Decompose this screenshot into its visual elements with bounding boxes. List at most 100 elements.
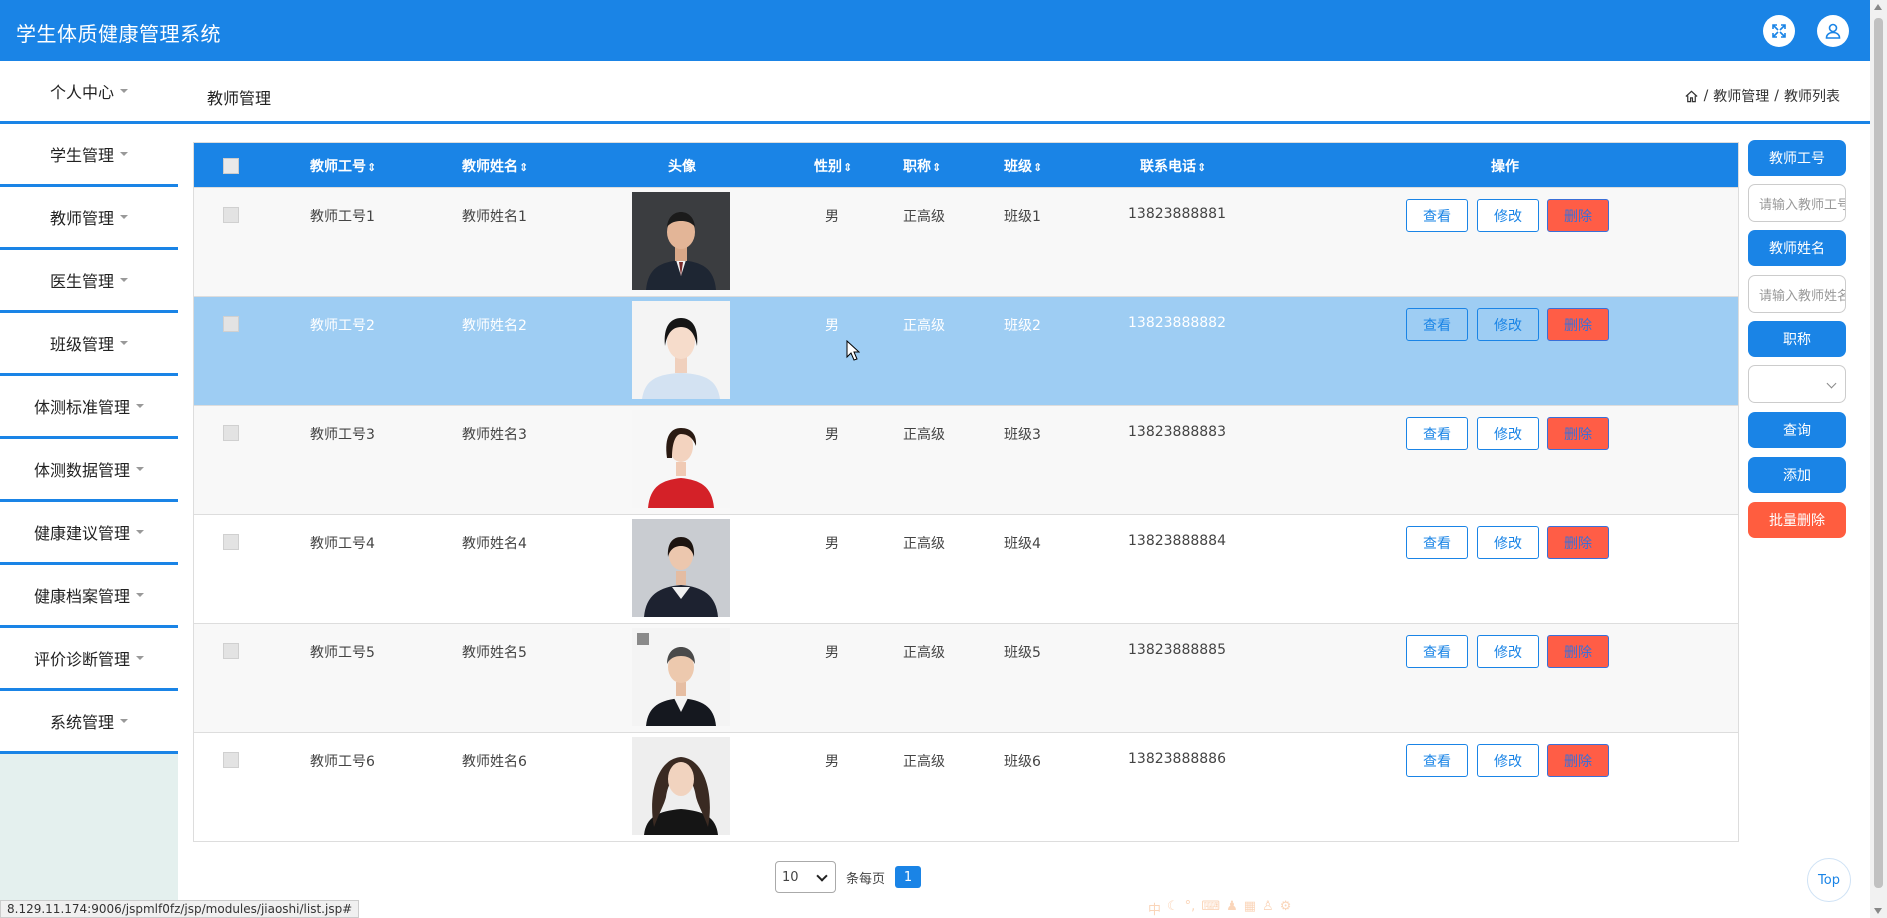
user-icon [1825, 23, 1841, 39]
column-header-id[interactable]: 教师工号⇕ [310, 156, 376, 176]
sidebar-item-evaluation[interactable]: 评价诊断管理 [0, 628, 178, 691]
edit-button[interactable]: 修改 [1477, 635, 1539, 668]
sidebar-item-label: 学生管理 [49, 146, 114, 165]
view-button[interactable]: 查看 [1406, 635, 1468, 668]
title-select[interactable] [1748, 365, 1846, 403]
edit-button[interactable]: 修改 [1477, 417, 1539, 450]
cell-gender: 男 [825, 645, 839, 661]
teacher-id-label: 教师工号 [1748, 140, 1846, 176]
cell-class: 班级5 [1004, 645, 1041, 661]
page-number-button[interactable]: 1 [895, 866, 922, 888]
column-header-class[interactable]: 班级⇕ [1004, 156, 1042, 176]
view-button[interactable]: 查看 [1406, 744, 1468, 777]
view-button[interactable]: 查看 [1406, 308, 1468, 341]
teacher-id-input[interactable]: 请输入教师工号 [1748, 184, 1846, 222]
teacher-name-label: 教师姓名 [1748, 230, 1846, 266]
column-header-phone[interactable]: 联系电话⇕ [1140, 156, 1206, 176]
section-header: 教师管理 / 教师管理 / 教师列表 [178, 61, 1870, 124]
view-button[interactable]: 查看 [1406, 526, 1468, 559]
teacher-avatar-image[interactable] [632, 192, 730, 290]
row-checkbox[interactable] [223, 425, 239, 441]
row-checkbox[interactable] [223, 643, 239, 659]
edit-button[interactable]: 修改 [1477, 308, 1539, 341]
per-page-label: 条每页 [846, 871, 886, 887]
column-header-name[interactable]: 教师姓名⇕ [462, 156, 528, 176]
column-header-gender[interactable]: 性别⇕ [814, 156, 852, 176]
caret-down-icon [120, 719, 128, 723]
teacher-avatar-image[interactable] [632, 628, 730, 726]
sidebar-item-test-data[interactable]: 体测数据管理 [0, 439, 178, 502]
ime-toolbar: 中 ☾ °, ⌨ ♟ ▦ ♙ ⚙ [1148, 899, 1291, 918]
view-button[interactable]: 查看 [1406, 199, 1468, 232]
sort-icon: ⇕ [1197, 161, 1207, 174]
sidebar-item-doctors[interactable]: 医生管理 [0, 250, 178, 313]
delete-button[interactable]: 删除 [1547, 526, 1609, 559]
teacher-name-input[interactable]: 请输入教师姓名 [1748, 275, 1846, 313]
caret-down-icon [136, 530, 144, 534]
table-row[interactable]: 教师工号5 教师姓名5 男 正高级 班级5 13823888885 查看 修改 … [194, 623, 1738, 732]
user-avatar-button[interactable] [1817, 15, 1849, 47]
row-checkbox[interactable] [223, 752, 239, 768]
cell-gender: 男 [825, 209, 839, 225]
row-checkbox[interactable] [223, 534, 239, 550]
view-button[interactable]: 查看 [1406, 417, 1468, 450]
home-icon[interactable] [1684, 89, 1699, 104]
column-header-label: 性别 [814, 159, 842, 175]
edit-button[interactable]: 修改 [1477, 199, 1539, 232]
sort-icon: ⇕ [843, 161, 853, 174]
delete-button[interactable]: 删除 [1547, 199, 1609, 232]
page-size-select[interactable]: 10 [775, 861, 836, 893]
column-header-label: 教师姓名 [462, 159, 518, 175]
scroll-down-arrow-icon[interactable] [1874, 908, 1882, 914]
table-row[interactable]: 教师工号1 教师姓名1 男 正高级 班级1 13823888881 查看 修改 … [194, 187, 1738, 296]
sidebar-item-health-advice[interactable]: 健康建议管理 [0, 502, 178, 565]
punctuation-icon: °, [1184, 899, 1196, 914]
delete-button[interactable]: 删除 [1547, 744, 1609, 777]
back-to-top-button[interactable]: Top [1807, 858, 1851, 902]
edit-button[interactable]: 修改 [1477, 526, 1539, 559]
delete-button[interactable]: 删除 [1547, 308, 1609, 341]
table-row[interactable]: 教师工号6 教师姓名6 男 正高级 班级6 13823888886 查看 修改 … [194, 732, 1738, 841]
breadcrumb-item-teacher-mgmt[interactable]: 教师管理 [1713, 86, 1769, 106]
cell-phone: 13823888885 [1128, 642, 1226, 658]
batch-delete-button[interactable]: 批量删除 [1748, 502, 1846, 538]
table-row[interactable]: 教师工号2 教师姓名2 男 正高级 班级2 13823888882 查看 修改 … [194, 296, 1738, 405]
teacher-avatar-image[interactable] [632, 519, 730, 617]
cell-gender: 男 [825, 536, 839, 552]
vertical-scrollbar[interactable] [1870, 0, 1887, 918]
edit-button[interactable]: 修改 [1477, 744, 1539, 777]
sidebar-item-classes[interactable]: 班级管理 [0, 313, 178, 376]
sidebar-item-teachers[interactable]: 教师管理 [0, 187, 178, 250]
breadcrumb-separator: / [1774, 88, 1779, 104]
cell-gender: 男 [825, 318, 839, 334]
teacher-avatar-image[interactable] [632, 301, 730, 399]
delete-button[interactable]: 删除 [1547, 417, 1609, 450]
teacher-avatar-image[interactable] [632, 410, 730, 508]
page-size-value: 10 [782, 869, 799, 885]
query-button[interactable]: 查询 [1748, 412, 1846, 448]
sidebar-item-personal-center[interactable]: 个人中心 [0, 61, 178, 124]
row-checkbox[interactable] [223, 316, 239, 332]
column-header-title[interactable]: 职称⇕ [903, 156, 941, 176]
sidebar-item-test-standards[interactable]: 体测标准管理 [0, 376, 178, 439]
caret-down-icon [120, 89, 128, 93]
table-row[interactable]: 教师工号3 教师姓名3 男 正高级 班级3 13823888883 查看 修改 … [194, 405, 1738, 514]
teacher-avatar-image[interactable] [632, 737, 730, 835]
sidebar-item-system[interactable]: 系统管理 [0, 691, 178, 754]
caret-down-icon [136, 593, 144, 597]
scrollbar-thumb[interactable] [1874, 18, 1883, 888]
delete-button[interactable]: 删除 [1547, 635, 1609, 668]
sidebar-item-label: 个人中心 [49, 83, 114, 102]
scroll-up-arrow-icon[interactable] [1874, 4, 1882, 10]
table-row[interactable]: 教师工号4 教师姓名4 男 正高级 班级4 13823888884 查看 修改 … [194, 514, 1738, 623]
sidebar-item-students[interactable]: 学生管理 [0, 124, 178, 187]
select-all-checkbox[interactable] [223, 158, 239, 174]
row-checkbox[interactable] [223, 207, 239, 223]
sidebar-item-health-records[interactable]: 健康档案管理 [0, 565, 178, 628]
column-header-label: 联系电话 [1140, 159, 1196, 175]
sidebar-item-label: 健康档案管理 [33, 587, 130, 606]
add-button[interactable]: 添加 [1748, 457, 1846, 493]
cell-title: 正高级 [903, 754, 945, 770]
ime-mode-label: 中 [1148, 903, 1162, 918]
fullscreen-button[interactable] [1763, 15, 1795, 47]
